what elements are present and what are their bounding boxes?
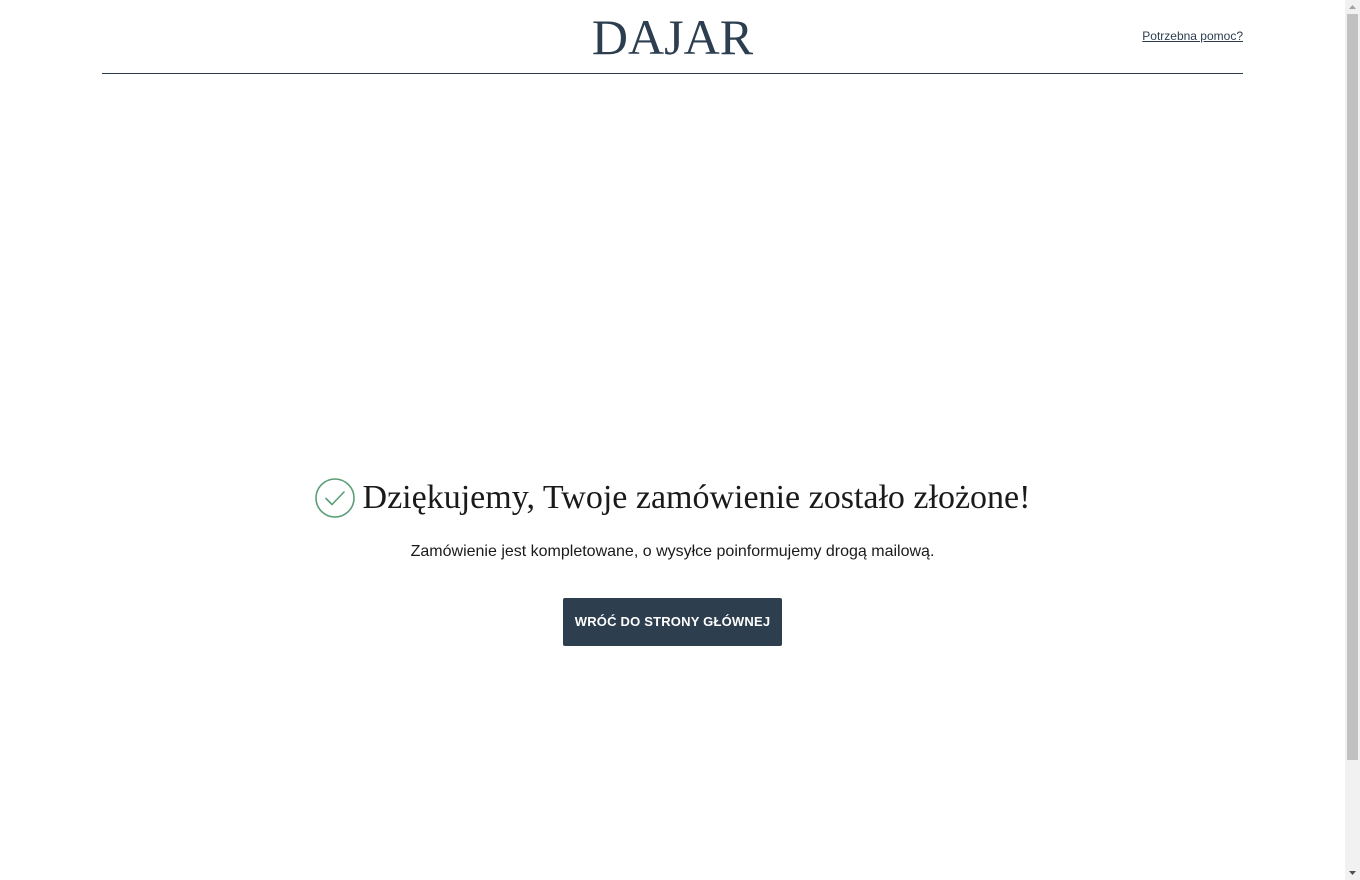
scroll-up-arrow-icon[interactable] (1345, 0, 1360, 14)
confirmation-title-row: Dziękujemy, Twoje zamówienie zostało zło… (314, 476, 1031, 520)
scrollbar-thumb[interactable] (1347, 14, 1358, 760)
dajar-logo[interactable]: DAJAR (102, 8, 1243, 66)
site-header: DAJAR Potrzebna pomoc? (102, 0, 1243, 74)
order-confirmation: Dziękujemy, Twoje zamówienie zostało zło… (0, 476, 1345, 646)
check-circle-icon (314, 478, 355, 518)
help-link[interactable]: Potrzebna pomoc? (1142, 29, 1243, 43)
confirmation-title: Dziękujemy, Twoje zamówienie zostało zło… (362, 479, 1031, 516)
confirmation-message: Zamówienie jest kompletowane, o wysyłce … (410, 543, 935, 560)
scroll-down-arrow-icon[interactable] (1345, 866, 1360, 880)
back-to-home-button[interactable]: WRÓĆ DO STRONY GŁÓWNEJ (562, 598, 783, 646)
page: DAJAR Potrzebna pomoc? Dziękujemy, Twoje… (0, 0, 1345, 880)
vertical-scrollbar[interactable] (1345, 0, 1360, 880)
